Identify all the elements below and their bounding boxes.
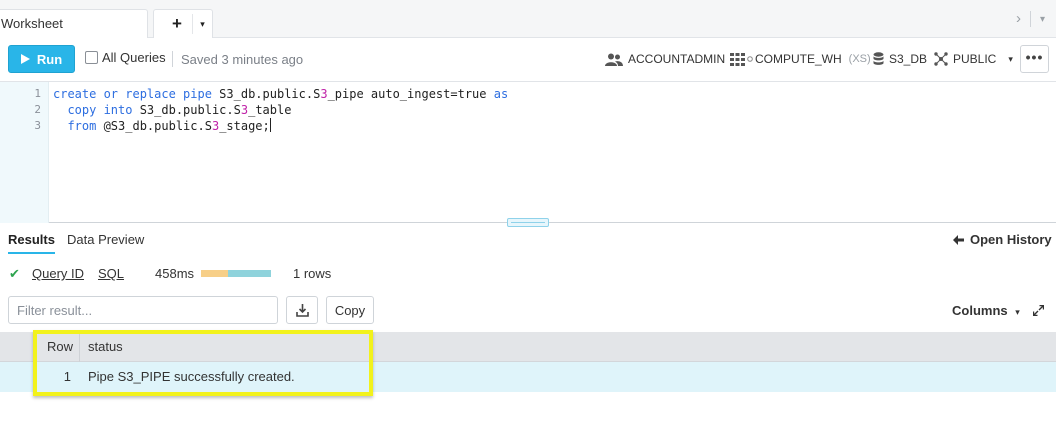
all-queries-checkbox[interactable] [85,51,98,64]
line-number: 2 [34,103,41,116]
timing-bar-compile [201,270,228,277]
role-name: ACCOUNTADMIN [628,52,726,66]
schema-name: PUBLIC [953,52,997,66]
sql-keyword: from [67,119,97,133]
sql-identifier: _table [248,103,292,117]
role-selector[interactable]: ACCOUNTADMIN [605,52,725,66]
schema-icon [934,52,948,66]
sql-identifier: _stage; [219,119,270,133]
line-number: 1 [34,87,41,100]
worksheet-menu-caret-icon[interactable]: ▾ [192,14,212,34]
sql-link[interactable]: SQL [98,266,124,281]
worksheet-tab[interactable]: Worksheet [0,9,148,38]
all-queries-label: All Queries [102,50,166,65]
saved-status: Saved 3 minutes ago [181,52,304,67]
tab-bar-menu-caret-icon[interactable]: ▾ [1040,14,1045,25]
add-worksheet-button[interactable]: + [164,14,190,34]
tab-bar-divider [1030,11,1031,27]
highlight-annotation-box [33,330,373,396]
line-number-gutter: 1 2 3 [0,82,49,223]
results-tabs: Results Data Preview Open History [0,224,1056,254]
database-selector[interactable]: S3_DB [873,52,927,66]
tab-results[interactable]: Results [8,232,55,254]
run-button-label: Run [36,51,63,67]
sql-identifier: S3_db.public.S [132,103,241,117]
warehouse-size: (XS) [848,53,871,65]
database-name: S3_DB [889,52,928,66]
chevron-right-icon[interactable]: › [1016,10,1021,27]
sql-identifier: S3_db.public.S [211,87,321,101]
schema-selector[interactable]: PUBLIC ▾ [934,52,1013,66]
open-history-label: Open History [970,232,1052,247]
sql-number: 3 [320,87,328,101]
arrow-left-icon [953,234,964,245]
more-options-button[interactable]: ••• [1020,45,1049,73]
worksheet-tab-bar: Worksheet + ▾ › ▾ [0,0,1056,38]
worksheet-tab-label: Worksheet [1,16,63,31]
toolbar-divider [172,51,173,67]
warehouse-selector[interactable]: COMPUTE_WH (XS) [730,52,871,66]
columns-label: Columns [952,303,1008,318]
code-line[interactable]: copy into S3_db.public.S3_table [53,102,291,118]
tab-data-preview[interactable]: Data Preview [67,232,144,247]
text-cursor [269,118,271,132]
users-icon [605,53,623,66]
sql-keyword: copy into [67,103,133,117]
timing-bar-execute [228,270,271,277]
warehouse-status-dot-icon [747,56,753,62]
sql-indent [53,103,67,117]
success-check-icon: ✔ [9,266,20,281]
code-line[interactable]: from @S3_db.public.S3_stage; [53,118,271,134]
sql-keyword: as [493,87,509,101]
new-worksheet-group: + ▾ [153,9,213,38]
warehouse-grid-icon [730,52,745,66]
warehouse-name: COMPUTE_WH [755,52,842,66]
columns-dropdown[interactable]: Columns ▾ [952,303,1020,318]
play-icon [20,54,30,64]
expand-icon[interactable] [1033,305,1044,316]
sql-identifier: _pipe auto_ingest=true [327,87,494,101]
worksheet-toolbar: Run All Queries Saved 3 minutes ago ACCO… [0,38,1056,82]
row-count: 1 rows [293,266,332,281]
run-button[interactable]: Run [8,45,75,73]
line-number: 3 [34,119,41,132]
filter-result-input[interactable] [8,296,278,324]
database-icon [873,52,884,65]
sql-indent [53,119,67,133]
sql-identifier: @S3_db.public.S [96,119,212,133]
copy-button[interactable]: Copy [326,296,374,324]
open-history-button[interactable]: Open History [953,232,1052,247]
sql-keyword: create or replace pipe [53,87,212,101]
query-id-link[interactable]: Query ID [32,266,84,281]
query-duration: 458ms [155,266,195,281]
download-icon [295,303,309,317]
sql-editor[interactable]: 1 2 3 create or replace pipe S3_db.publi… [0,82,1056,223]
all-queries-toggle[interactable]: All Queries [85,50,166,65]
columns-caret-icon: ▾ [1015,307,1020,317]
sql-number: 3 [240,103,249,117]
download-button[interactable] [286,296,318,324]
schema-caret-icon: ▾ [1008,53,1013,64]
code-line[interactable]: create or replace pipe S3_db.public.S3_p… [53,86,508,102]
query-status-bar: ✔ Query ID SQL 458ms 1 rows [0,262,1056,286]
